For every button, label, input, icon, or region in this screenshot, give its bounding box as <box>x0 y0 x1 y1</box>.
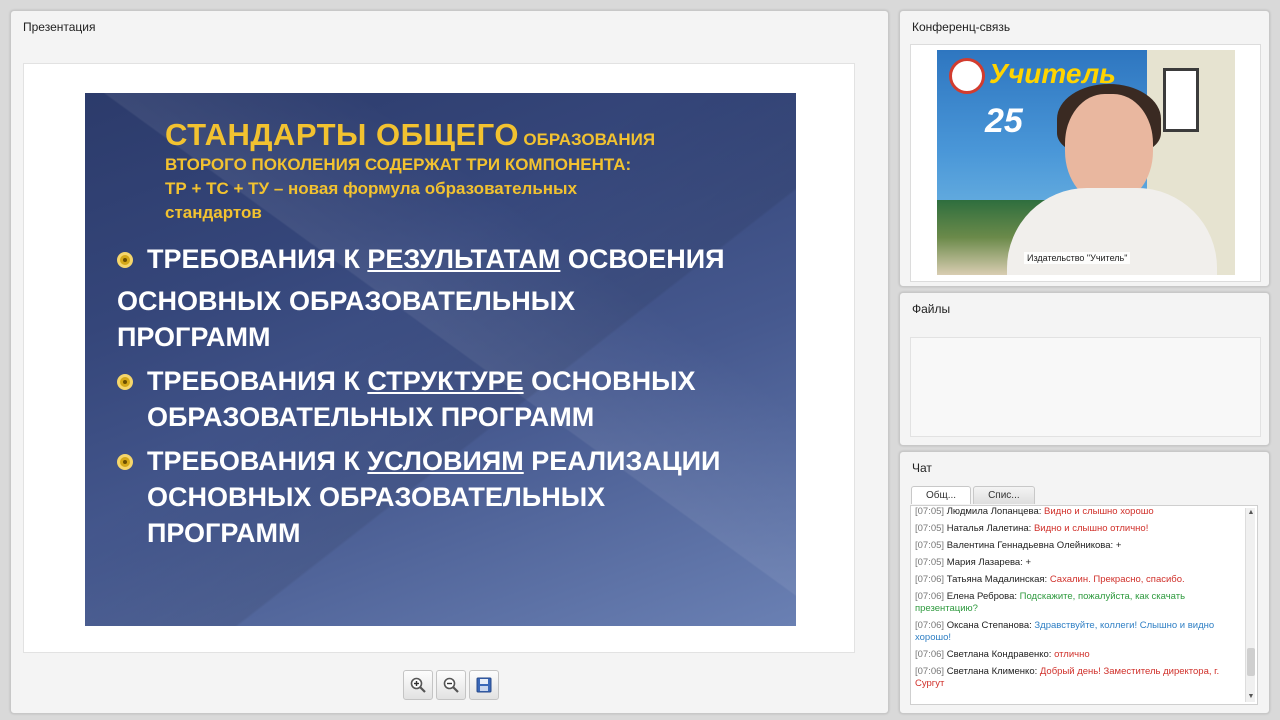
slide-heading: СТАНДАРТЫ ОБЩЕГО ОБРАЗОВАНИЯ ВТОРОГО ПОК… <box>165 117 785 225</box>
zoom-out-icon <box>443 677 459 693</box>
slide-title-line2: ВТОРОГО ПОКОЛЕНИЯ СОДЕРЖАТ ТРИ КОМПОНЕНТ… <box>165 155 632 174</box>
tab-general[interactable]: Общ... <box>911 486 972 504</box>
chat-message: [07:06] Татьяна Мадалинская: Сахалин. Пр… <box>915 574 1243 586</box>
chat-time: [07:06] <box>915 574 945 585</box>
chat-author: Оксана Степанова: <box>944 620 1035 631</box>
chat-list: [07:05] Людмила Лопанцева: Видно и слышн… <box>915 506 1243 695</box>
slide-title-line3: ТР + ТС + ТУ – новая формула образовател… <box>165 179 578 198</box>
logo-icon <box>949 58 985 94</box>
chat-time: [07:06] <box>915 620 945 631</box>
scroll-up-icon[interactable]: ▲ <box>1246 508 1256 518</box>
bullet-icon <box>117 374 133 390</box>
chat-text: отлично <box>1054 649 1090 660</box>
scroll-thumb[interactable] <box>1247 648 1255 676</box>
chat-author: Валентина Геннадьевна Олейникова: <box>944 540 1116 551</box>
files-panel: Файлы <box>899 292 1270 446</box>
slide-frame: СТАНДАРТЫ ОБЩЕГО ОБРАЗОВАНИЯ ВТОРОГО ПОК… <box>23 63 855 653</box>
banner-number: 25 <box>985 102 1023 140</box>
chat-message: [07:05] Мария Лазарева: + <box>915 557 1243 569</box>
files-list[interactable] <box>910 337 1261 437</box>
slide-bullet: ТРЕБОВАНИЯ К УСЛОВИЯМ РЕАЛИЗАЦИИ ОСНОВНЫ… <box>117 443 777 551</box>
chat-author: Мария Лазарева: <box>944 557 1026 568</box>
chat-panel: Чат Общ... Спис... [07:05] Людмила Лопан… <box>899 451 1270 714</box>
slide-bullet: ТРЕБОВАНИЯ К РЕЗУЛЬТАТАМ ОСВОЕНИЯ ОСНОВН… <box>117 244 725 352</box>
video-speaker-label: Издательство "Учитель" <box>1024 252 1131 264</box>
chat-time: [07:06] <box>915 666 945 677</box>
chat-time: [07:06] <box>915 649 945 660</box>
chat-author: Светлана Клименко: <box>944 666 1040 677</box>
zoom-out-button[interactable] <box>436 670 466 700</box>
scroll-down-icon[interactable]: ▼ <box>1246 692 1256 702</box>
presentation-title: Презентация <box>23 20 96 34</box>
chat-message: [07:06] Елена Реброва: Подскажите, пожал… <box>915 591 1243 615</box>
save-icon <box>476 677 492 693</box>
chat-message: [07:06] Оксана Степанова: Здравствуйте, … <box>915 620 1243 644</box>
chat-time: [07:06] <box>915 591 945 602</box>
slide-title-small: ОБРАЗОВАНИЯ <box>523 130 656 149</box>
conference-title: Конференц-связь <box>912 20 1011 34</box>
bullet-icon <box>117 252 133 268</box>
chat-message: [07:06] Светлана Кондравенко: отлично <box>915 649 1243 661</box>
chat-scrollbar[interactable]: ▲ ▼ <box>1245 508 1255 702</box>
chat-time: [07:05] <box>915 523 945 534</box>
chat-text: Видно и слышно хорошо <box>1044 506 1154 517</box>
slide-title-line4: стандартов <box>165 203 262 222</box>
zoom-in-button[interactable] <box>403 670 433 700</box>
files-title: Файлы <box>912 302 951 316</box>
save-button[interactable] <box>469 670 499 700</box>
chat-message: [07:05] Наталья Лалетина: Видно и слышно… <box>915 523 1243 535</box>
chat-time: [07:05] <box>915 506 945 517</box>
chat-text: Видно и слышно отлично! <box>1033 523 1149 534</box>
slide: СТАНДАРТЫ ОБЩЕГО ОБРАЗОВАНИЯ ВТОРОГО ПОК… <box>85 93 796 626</box>
chat-message: [07:06] Светлана Клименко: Добрый день! … <box>915 666 1243 690</box>
chat-tabs: Общ... Спис... <box>911 486 1035 504</box>
chat-text: Сахалин. Прекрасно, спасибо. <box>1049 574 1185 585</box>
wall-frame <box>1163 68 1199 132</box>
chat-author: Наталья Лалетина: <box>944 523 1034 534</box>
video-frame: Учитель 25 Издательство "Учитель" <box>910 44 1261 282</box>
chat-text: + <box>1115 540 1122 551</box>
presentation-panel: Презентация СТАНДАРТЫ ОБЩЕГО ОБРАЗОВАНИЯ… <box>10 10 889 714</box>
presentation-toolbar <box>403 670 499 700</box>
chat-author: Светлана Кондравенко: <box>944 649 1055 660</box>
slide-title-big: СТАНДАРТЫ ОБЩЕГО <box>165 117 519 152</box>
chat-text: + <box>1025 557 1032 568</box>
slide-bullets: ТРЕБОВАНИЯ К РЕЗУЛЬТАТАМ ОСВОЕНИЯ ОСНОВН… <box>117 241 777 559</box>
chat-title: Чат <box>912 461 932 475</box>
chat-message: [07:05] Людмила Лопанцева: Видно и слышн… <box>915 506 1243 518</box>
zoom-in-icon <box>410 677 426 693</box>
webcam-video: Учитель 25 Издательство "Учитель" <box>937 50 1235 275</box>
chat-author: Елена Реброва: <box>944 591 1020 602</box>
slide-bullet: ТРЕБОВАНИЯ К СТРУКТУРЕ ОСНОВНЫХ ОБРАЗОВА… <box>117 363 777 435</box>
chat-time: [07:05] <box>915 540 945 551</box>
chat-time: [07:05] <box>915 557 945 568</box>
chat-messages: [07:05] Людмила Лопанцева: Видно и слышн… <box>910 505 1258 705</box>
conference-panel: Конференц-связь Учитель 25 Издательство … <box>899 10 1270 287</box>
bullet-icon <box>117 454 133 470</box>
chat-message: [07:05] Валентина Геннадьевна Олейникова… <box>915 540 1243 552</box>
tab-list[interactable]: Спис... <box>973 486 1035 504</box>
chat-author: Татьяна Мадалинская: <box>944 574 1050 585</box>
chat-author: Людмила Лопанцева: <box>944 506 1045 517</box>
